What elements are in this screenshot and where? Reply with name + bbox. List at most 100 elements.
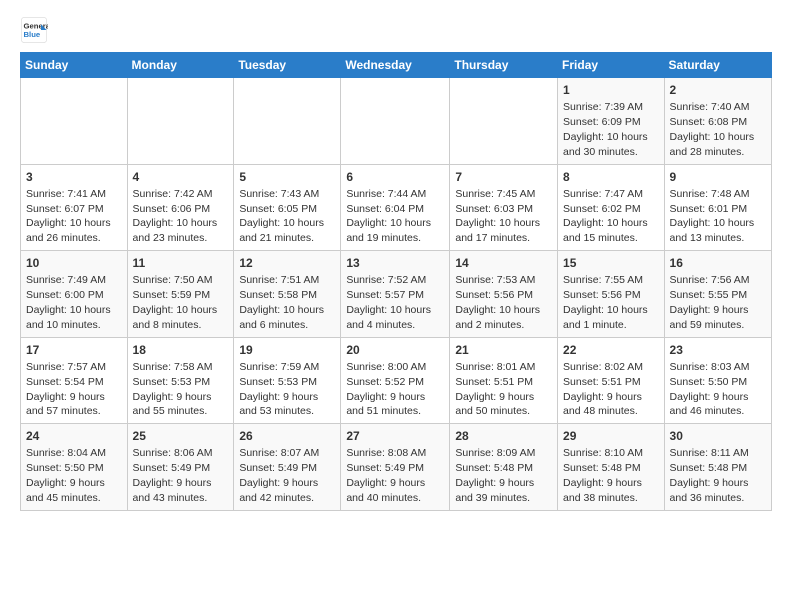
day-info: Sunrise: 7:40 AM Sunset: 6:08 PM Dayligh…: [670, 101, 755, 158]
day-cell: 27Sunrise: 8:08 AM Sunset: 5:49 PM Dayli…: [341, 424, 450, 511]
day-info: Sunrise: 7:56 AM Sunset: 5:55 PM Dayligh…: [670, 274, 750, 331]
day-cell: 2 Sunrise: 7:40 AM Sunset: 6:08 PM Daylig…: [664, 78, 771, 165]
day-cell: 9 Sunrise: 7:48 AM Sunset: 6:01 PM Daylig…: [664, 164, 771, 251]
day-info: Sunrise: 8:03 AM Sunset: 5:50 PM Dayligh…: [670, 361, 750, 418]
day-cell: 30 Sunrise: 8:11 AM Sunset: 5:48 PM Dayli…: [664, 424, 771, 511]
day-number: 26: [239, 428, 335, 444]
day-cell: [21, 78, 128, 165]
header-day-friday: Friday: [558, 53, 665, 78]
day-info: Sunrise: 8:02 AM Sunset: 5:51 PM Dayligh…: [563, 361, 643, 418]
day-cell: [234, 78, 341, 165]
day-number: 10: [26, 255, 122, 271]
day-number: 23: [670, 342, 766, 358]
day-cell: 16Sunrise: 7:56 AM Sunset: 5:55 PM Dayli…: [664, 251, 771, 338]
week-row-1: 1 Sunrise: 7:39 AM Sunset: 6:09 PM Daylig…: [21, 78, 772, 165]
day-number: 2: [670, 82, 766, 98]
day-number: 1: [563, 82, 659, 98]
day-cell: 24 Sunrise: 8:04 AM Sunset: 5:50 PM Dayli…: [21, 424, 128, 511]
day-info: Sunrise: 8:00 AM Sunset: 5:52 PM Dayligh…: [346, 361, 426, 418]
day-info: Sunrise: 7:59 AM Sunset: 5:53 PM Dayligh…: [239, 361, 319, 418]
day-number: 6: [346, 169, 444, 185]
day-cell: 7Sunrise: 7:45 AM Sunset: 6:03 PM Daylig…: [450, 164, 558, 251]
header-row: SundayMondayTuesdayWednesdayThursdayFrid…: [21, 53, 772, 78]
day-number: 28: [455, 428, 552, 444]
day-info: Sunrise: 7:49 AM Sunset: 6:00 PM Dayligh…: [26, 274, 111, 331]
day-cell: 5 Sunrise: 7:43 AM Sunset: 6:05 PM Daylig…: [234, 164, 341, 251]
day-info: Sunrise: 7:53 AM Sunset: 5:56 PM Dayligh…: [455, 274, 540, 331]
header-day-wednesday: Wednesday: [341, 53, 450, 78]
day-info: Sunrise: 7:48 AM Sunset: 6:01 PM Dayligh…: [670, 188, 755, 245]
day-number: 17: [26, 342, 122, 358]
day-number: 3: [26, 169, 122, 185]
day-info: Sunrise: 7:51 AM Sunset: 5:58 PM Dayligh…: [239, 274, 324, 331]
day-info: Sunrise: 7:52 AM Sunset: 5:57 PM Dayligh…: [346, 274, 431, 331]
day-cell: 18Sunrise: 7:58 AM Sunset: 5:53 PM Dayli…: [127, 337, 234, 424]
header-day-tuesday: Tuesday: [234, 53, 341, 78]
day-cell: 12 Sunrise: 7:51 AM Sunset: 5:58 PM Dayli…: [234, 251, 341, 338]
day-info: Sunrise: 7:47 AM Sunset: 6:02 PM Dayligh…: [563, 188, 648, 245]
day-cell: [450, 78, 558, 165]
header-day-sunday: Sunday: [21, 53, 128, 78]
day-number: 29: [563, 428, 659, 444]
day-number: 25: [133, 428, 229, 444]
day-cell: 4 Sunrise: 7:42 AM Sunset: 6:06 PM Daylig…: [127, 164, 234, 251]
day-number: 21: [455, 342, 552, 358]
week-row-3: 10 Sunrise: 7:49 AM Sunset: 6:00 PM Dayli…: [21, 251, 772, 338]
day-cell: [341, 78, 450, 165]
header-day-thursday: Thursday: [450, 53, 558, 78]
day-number: 5: [239, 169, 335, 185]
day-number: 12: [239, 255, 335, 271]
day-cell: 20 Sunrise: 8:00 AM Sunset: 5:52 PM Dayli…: [341, 337, 450, 424]
day-cell: 10 Sunrise: 7:49 AM Sunset: 6:00 PM Dayli…: [21, 251, 128, 338]
day-number: 24: [26, 428, 122, 444]
day-info: Sunrise: 7:42 AM Sunset: 6:06 PM Dayligh…: [133, 188, 218, 245]
day-cell: 14Sunrise: 7:53 AM Sunset: 5:56 PM Dayli…: [450, 251, 558, 338]
day-cell: 11 Sunrise: 7:50 AM Sunset: 5:59 PM Dayli…: [127, 251, 234, 338]
day-info: Sunrise: 7:43 AM Sunset: 6:05 PM Dayligh…: [239, 188, 324, 245]
day-info: Sunrise: 8:06 AM Sunset: 5:49 PM Dayligh…: [133, 447, 213, 504]
day-number: 19: [239, 342, 335, 358]
day-cell: 1 Sunrise: 7:39 AM Sunset: 6:09 PM Daylig…: [558, 78, 665, 165]
day-info: Sunrise: 7:39 AM Sunset: 6:09 PM Dayligh…: [563, 101, 648, 158]
day-cell: 15 Sunrise: 7:55 AM Sunset: 5:56 PM Dayli…: [558, 251, 665, 338]
day-cell: 3 Sunrise: 7:41 AM Sunset: 6:07 PM Daylig…: [21, 164, 128, 251]
day-info: Sunrise: 7:44 AM Sunset: 6:04 PM Dayligh…: [346, 188, 431, 245]
day-info: Sunrise: 7:41 AM Sunset: 6:07 PM Dayligh…: [26, 188, 111, 245]
day-number: 4: [133, 169, 229, 185]
day-info: Sunrise: 7:45 AM Sunset: 6:03 PM Dayligh…: [455, 188, 540, 245]
day-info: Sunrise: 8:01 AM Sunset: 5:51 PM Dayligh…: [455, 361, 535, 418]
day-cell: 28 Sunrise: 8:09 AM Sunset: 5:48 PM Dayli…: [450, 424, 558, 511]
day-cell: 17 Sunrise: 7:57 AM Sunset: 5:54 PM Dayli…: [21, 337, 128, 424]
day-number: 20: [346, 342, 444, 358]
day-cell: 22 Sunrise: 8:02 AM Sunset: 5:51 PM Dayli…: [558, 337, 665, 424]
day-number: 22: [563, 342, 659, 358]
day-cell: 23 Sunrise: 8:03 AM Sunset: 5:50 PM Dayli…: [664, 337, 771, 424]
day-number: 11: [133, 255, 229, 271]
day-info: Sunrise: 8:10 AM Sunset: 5:48 PM Dayligh…: [563, 447, 643, 504]
day-info: Sunrise: 8:08 AM Sunset: 5:49 PM Dayligh…: [346, 447, 426, 504]
day-info: Sunrise: 8:09 AM Sunset: 5:48 PM Dayligh…: [455, 447, 535, 504]
day-info: Sunrise: 8:04 AM Sunset: 5:50 PM Dayligh…: [26, 447, 106, 504]
day-cell: 26 Sunrise: 8:07 AM Sunset: 5:49 PM Dayli…: [234, 424, 341, 511]
day-cell: 19 Sunrise: 7:59 AM Sunset: 5:53 PM Dayli…: [234, 337, 341, 424]
day-number: 9: [670, 169, 766, 185]
day-number: 30: [670, 428, 766, 444]
day-number: 15: [563, 255, 659, 271]
day-info: Sunrise: 7:55 AM Sunset: 5:56 PM Dayligh…: [563, 274, 648, 331]
day-info: Sunrise: 7:50 AM Sunset: 5:59 PM Dayligh…: [133, 274, 218, 331]
page-header: General Blue: [20, 16, 772, 44]
day-number: 13: [346, 255, 444, 271]
day-info: Sunrise: 7:57 AM Sunset: 5:54 PM Dayligh…: [26, 361, 106, 418]
day-info: Sunrise: 8:11 AM Sunset: 5:48 PM Dayligh…: [670, 447, 749, 504]
header-day-monday: Monday: [127, 53, 234, 78]
day-cell: 13 Sunrise: 7:52 AM Sunset: 5:57 PM Dayli…: [341, 251, 450, 338]
header-day-saturday: Saturday: [664, 53, 771, 78]
week-row-2: 3 Sunrise: 7:41 AM Sunset: 6:07 PM Daylig…: [21, 164, 772, 251]
day-cell: [127, 78, 234, 165]
day-cell: 8Sunrise: 7:47 AM Sunset: 6:02 PM Daylig…: [558, 164, 665, 251]
day-info: Sunrise: 8:07 AM Sunset: 5:49 PM Dayligh…: [239, 447, 319, 504]
day-number: 18: [133, 342, 229, 358]
day-cell: 6 Sunrise: 7:44 AM Sunset: 6:04 PM Daylig…: [341, 164, 450, 251]
day-cell: 21 Sunrise: 8:01 AM Sunset: 5:51 PM Dayli…: [450, 337, 558, 424]
day-cell: 25 Sunrise: 8:06 AM Sunset: 5:49 PM Dayli…: [127, 424, 234, 511]
